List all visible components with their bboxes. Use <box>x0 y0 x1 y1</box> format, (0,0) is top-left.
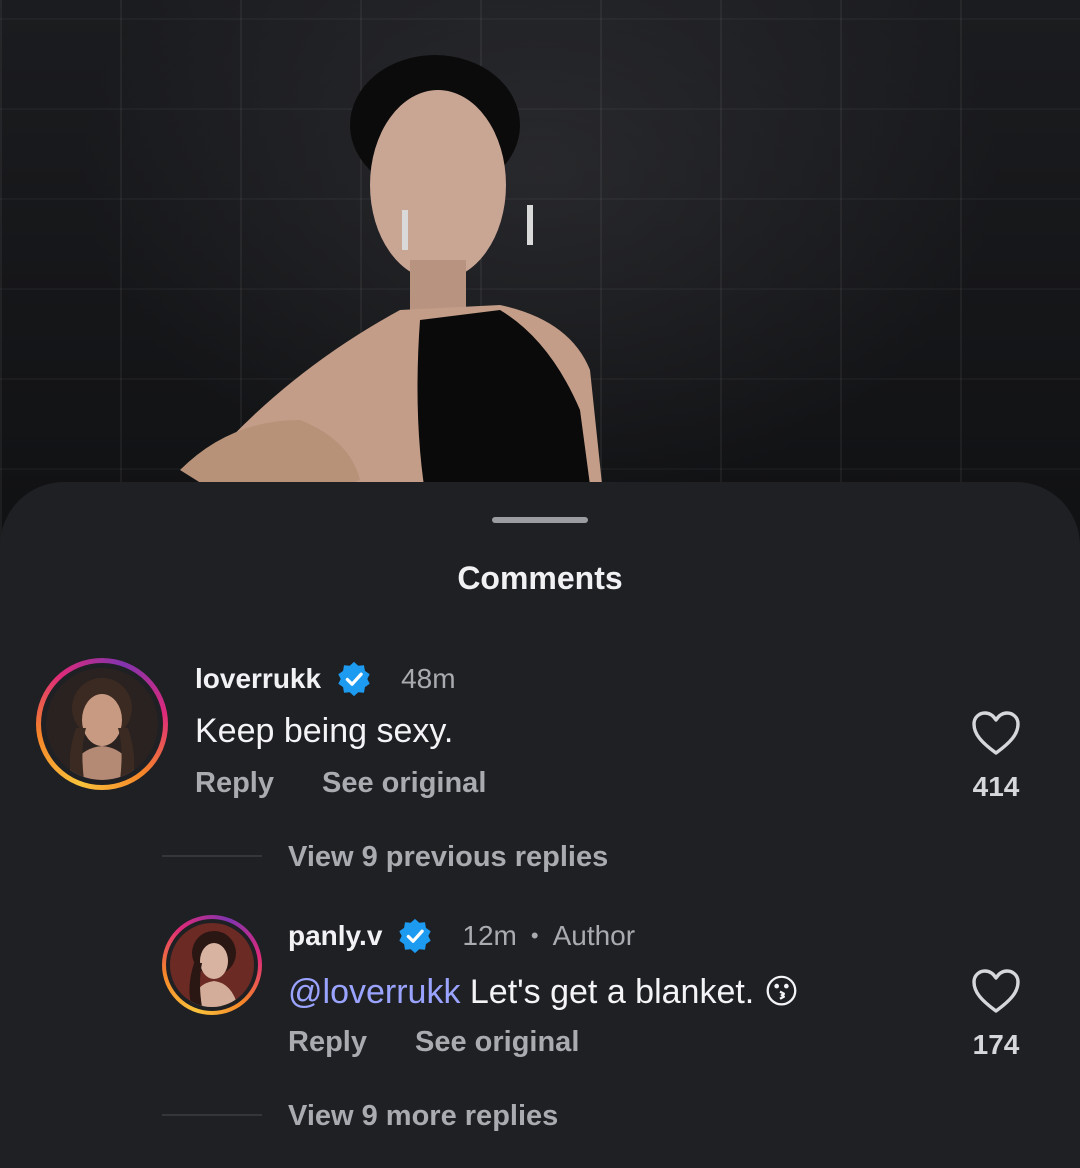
view-more-replies-button[interactable]: View 9 more replies <box>288 1100 558 1133</box>
like-count: 414 <box>972 771 1020 802</box>
comment-text: Keep being sexy. <box>195 712 454 750</box>
reply-time: 12m <box>462 920 517 951</box>
like-heart-icon[interactable] <box>971 968 1021 1014</box>
avatar[interactable] <box>36 658 168 790</box>
screen: Comments loverrukk 48m Keep being sexy. … <box>0 0 1080 1168</box>
comments-sheet: Comments loverrukk 48m Keep being sexy. … <box>0 482 1080 1168</box>
reply-button[interactable]: Reply <box>195 767 274 800</box>
kissing-emoji-icon: 😗 <box>763 973 800 1011</box>
drag-handle[interactable] <box>492 517 588 523</box>
comment-time: 48m <box>401 663 456 694</box>
reply-avatar-photo <box>170 923 254 1007</box>
avatar-photo <box>46 668 158 780</box>
verified-badge-icon <box>399 918 432 954</box>
view-previous-replies-button[interactable]: View 9 previous replies <box>288 841 608 874</box>
author-label: Author <box>552 920 636 951</box>
separator-dot: • <box>530 923 539 948</box>
reply-text: @loverrukk Let's get a blanket. 😗 <box>288 972 799 1012</box>
reply-username[interactable]: panly.v <box>288 920 382 952</box>
see-original-button[interactable]: See original <box>415 1026 579 1059</box>
verified-badge-icon <box>338 661 370 697</box>
reply-avatar[interactable] <box>162 915 262 1015</box>
sheet-title: Comments <box>457 560 623 596</box>
post-image <box>0 0 1080 560</box>
reply-text-content: Let's get a blanket. <box>460 973 755 1011</box>
comment-username[interactable]: loverrukk <box>195 663 321 695</box>
thread-line <box>162 1114 262 1116</box>
thread-line <box>162 855 262 857</box>
like-count: 174 <box>972 1029 1020 1060</box>
mention-link[interactable]: @loverrukk <box>288 973 460 1011</box>
like-heart-icon[interactable] <box>971 710 1021 756</box>
see-original-button[interactable]: See original <box>322 767 486 800</box>
reply-button[interactable]: Reply <box>288 1026 367 1059</box>
